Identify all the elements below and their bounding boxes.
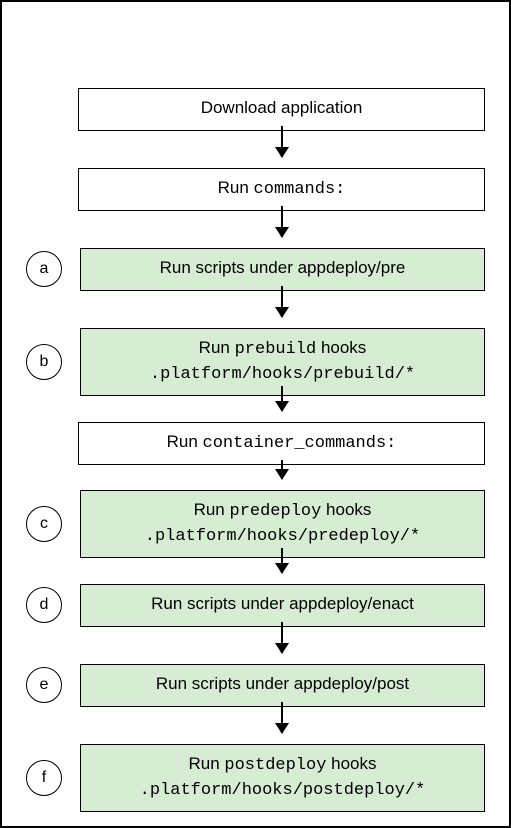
flow-arrow: [281, 548, 283, 573]
step-text-mono: predeploy: [230, 502, 322, 521]
step-row-8: e Run scripts under appdeploy/post: [26, 664, 485, 707]
step-box-container-commands: Run container_commands:: [78, 422, 485, 465]
step-box-postdeploy: Run postdeploy hooks .platform/hooks/pos…: [80, 744, 485, 812]
flow-arrow: [281, 206, 283, 237]
step-row-4: b Run prebuild hooks .platform/hooks/pre…: [26, 328, 485, 396]
step-box-appdeploy-pre: Run scripts under appdeploy/pre: [80, 248, 485, 291]
step-text: Run: [188, 754, 224, 773]
step-text: hooks: [316, 338, 366, 357]
step-row-5: Run container_commands:: [26, 422, 485, 465]
step-box-appdeploy-enact: Run scripts under appdeploy/enact: [80, 584, 485, 627]
label-text: a: [40, 260, 49, 278]
flow-arrow: [281, 702, 283, 733]
step-text-mono: .platform/hooks/postdeploy/*: [140, 781, 426, 800]
label-text: c: [40, 515, 48, 533]
step-text: Run: [194, 500, 230, 519]
diagram-canvas: Download application Run commands: a Run…: [0, 0, 511, 828]
step-text: Run scripts under appdeploy/post: [156, 674, 409, 693]
step-row-1: Download application: [26, 88, 485, 131]
step-row-9: f Run postdeploy hooks .platform/hooks/p…: [26, 744, 485, 812]
label-text: e: [40, 676, 49, 694]
label-text: d: [40, 596, 49, 614]
step-box-predeploy: Run predeploy hooks .platform/hooks/pred…: [80, 490, 485, 558]
step-box-download: Download application: [78, 88, 485, 131]
step-text: hooks: [321, 500, 371, 519]
step-text: hooks: [326, 754, 376, 773]
step-label-a: a: [26, 251, 62, 287]
step-label-b: b: [26, 344, 62, 380]
step-text: Run scripts under appdeploy/enact: [151, 594, 414, 613]
step-label-e: e: [26, 667, 62, 703]
step-label-d: d: [26, 587, 62, 623]
step-text: Run: [218, 178, 254, 197]
step-text-mono: container_commands:: [203, 434, 397, 453]
step-text-mono: prebuild: [235, 340, 317, 359]
label-text: b: [40, 353, 49, 371]
step-row-2: Run commands:: [26, 168, 485, 211]
step-text: Download application: [201, 98, 363, 117]
step-box-commands: Run commands:: [78, 168, 485, 211]
step-row-3: a Run scripts under appdeploy/pre: [26, 248, 485, 291]
step-box-prebuild: Run prebuild hooks .platform/hooks/prebu…: [80, 328, 485, 396]
step-text-mono: .platform/hooks/predeploy/*: [145, 527, 420, 546]
flow-arrow: [281, 460, 283, 479]
step-text-mono: postdeploy: [224, 756, 326, 775]
step-text: Run: [167, 432, 203, 451]
step-label-f: f: [26, 760, 62, 796]
step-text: Run: [199, 338, 235, 357]
step-text: Run scripts under appdeploy/pre: [160, 258, 406, 277]
step-box-appdeploy-post: Run scripts under appdeploy/post: [80, 664, 485, 707]
flow-arrow: [281, 386, 283, 411]
flow-arrow: [281, 126, 283, 157]
step-row-6: c Run predeploy hooks .platform/hooks/pr…: [26, 490, 485, 558]
step-text-mono: .platform/hooks/prebuild/*: [150, 365, 415, 384]
flow-arrow: [281, 622, 283, 653]
flow-arrow: [281, 286, 283, 317]
step-text-mono: commands:: [254, 180, 346, 199]
step-label-c: c: [26, 506, 62, 542]
step-row-7: d Run scripts under appdeploy/enact: [26, 584, 485, 627]
label-text: f: [42, 769, 46, 787]
